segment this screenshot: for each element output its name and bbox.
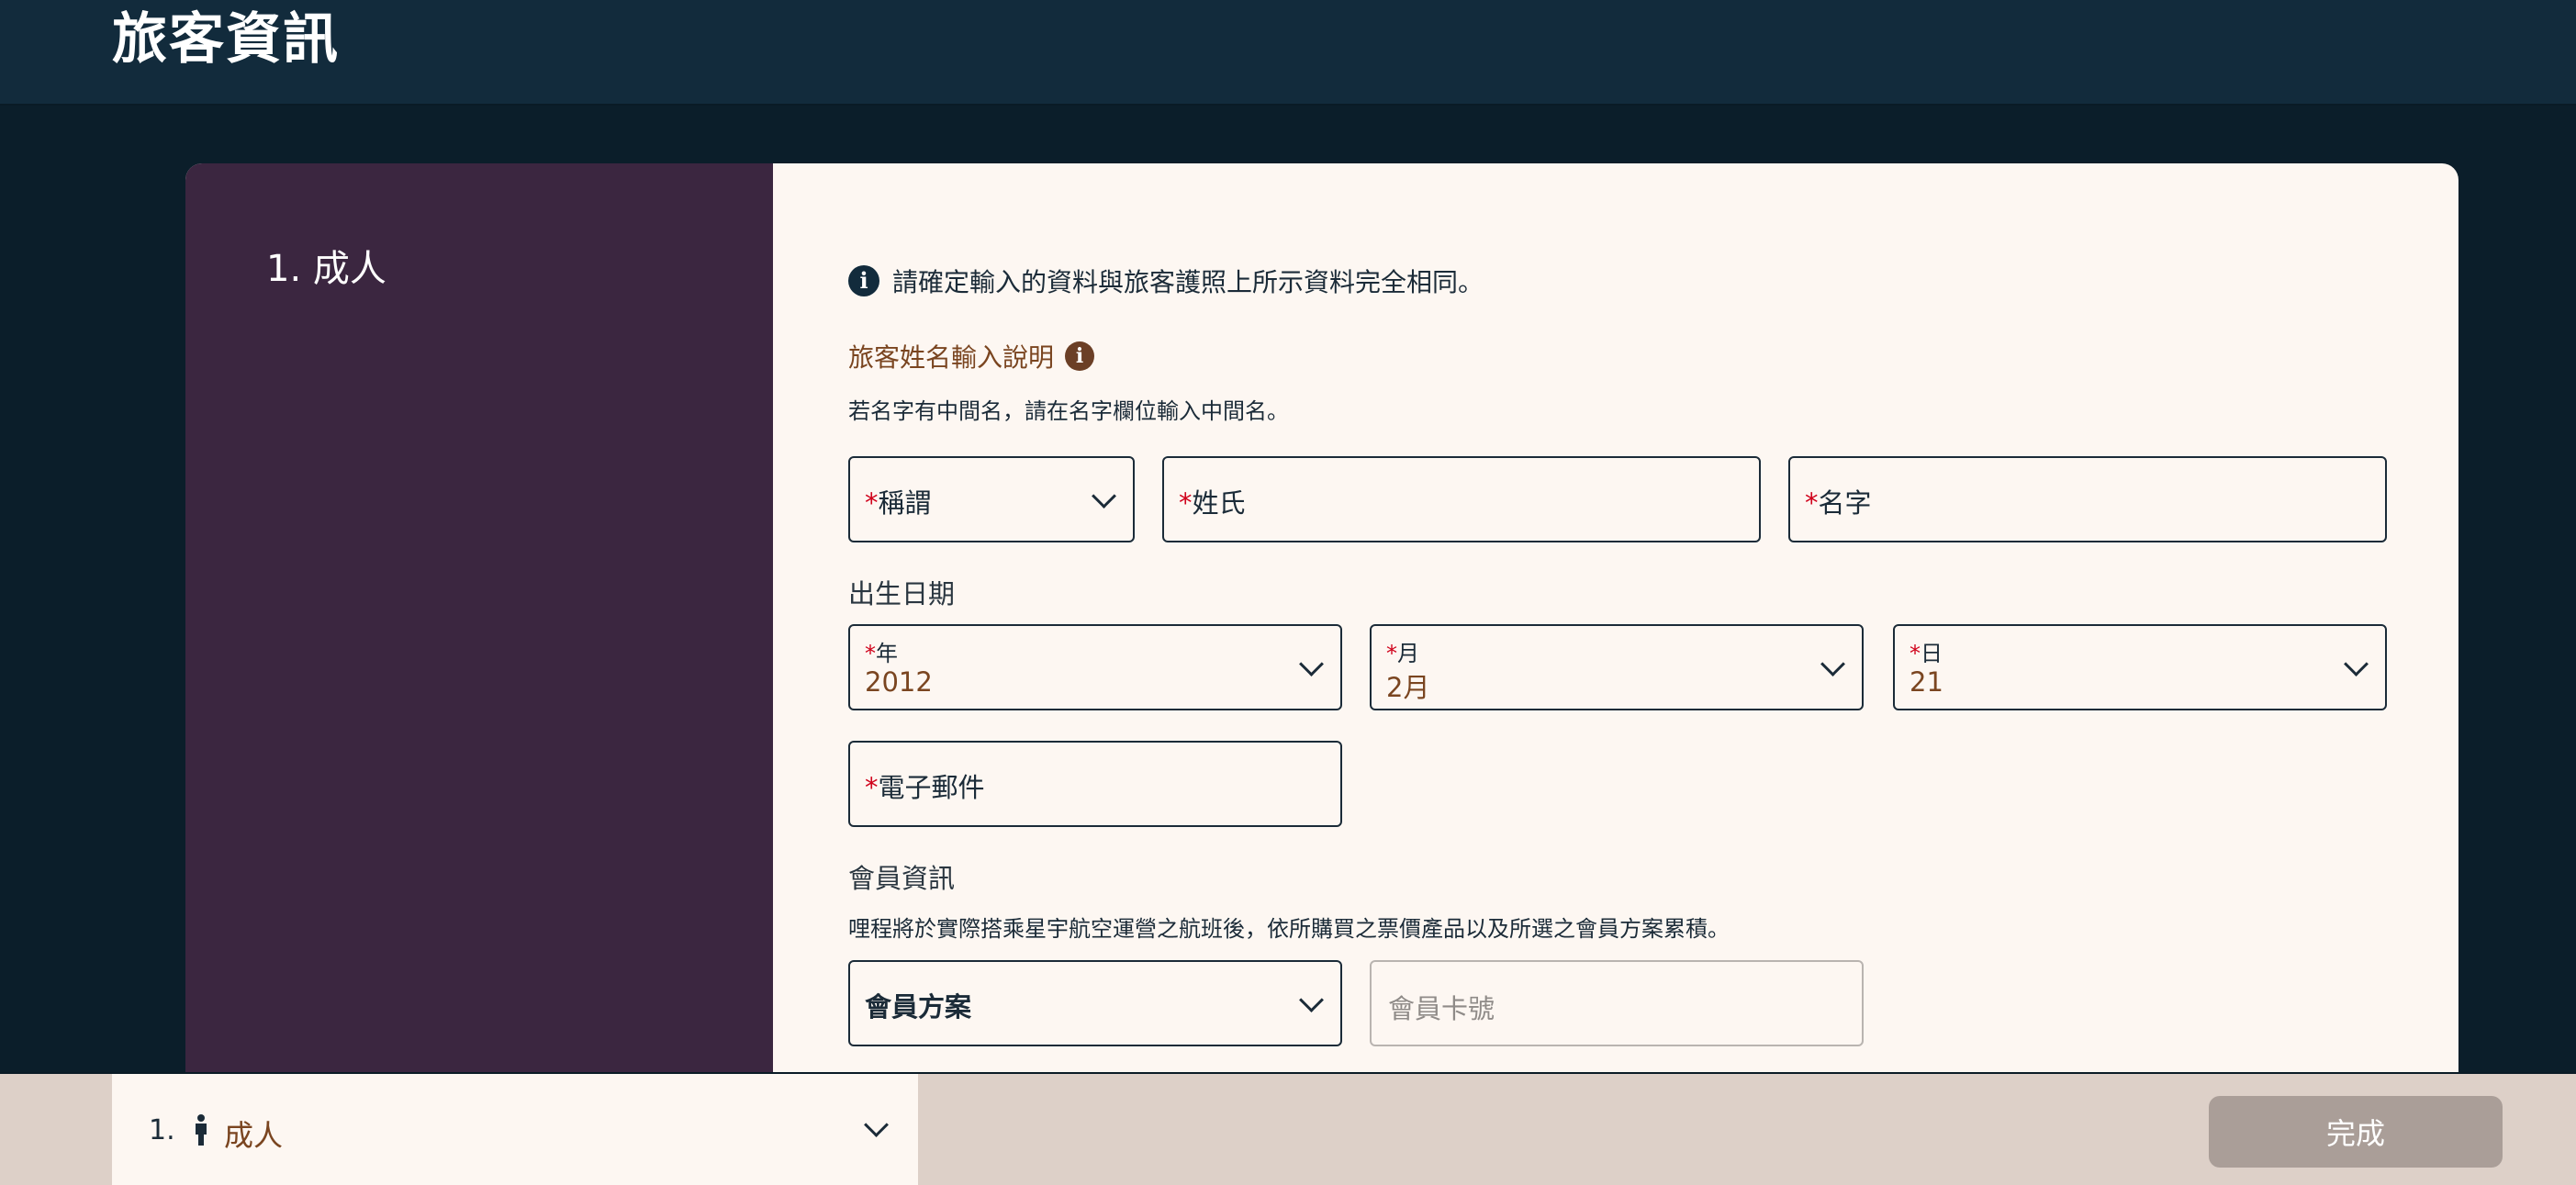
passenger-selector[interactable]: 1. 成人 (112, 1074, 918, 1185)
member-card-number-input[interactable]: 會員卡號 (1370, 960, 1864, 1046)
birth-day-label: *日 (1910, 641, 1943, 666)
member-card-number-placeholder: 會員卡號 (1388, 993, 1495, 1024)
birth-year-label: *年 (865, 641, 898, 666)
done-button[interactable]: 完成 (2209, 1096, 2503, 1168)
chevron-down-icon (864, 1112, 889, 1137)
passenger-form: i 請確定輸入的資料與旅客護照上所示資料完全相同。 旅客姓名輸入說明 i 若名字… (848, 163, 2387, 1090)
birth-month-value: 2月 (1386, 672, 1430, 703)
surname-label: *姓氏 (1179, 487, 1246, 519)
name-help-link[interactable]: 旅客姓名輸入說明 i (848, 338, 1095, 375)
name-help-label[interactable]: 旅客姓名輸入說明 (848, 338, 1054, 375)
birth-year-select[interactable]: *年 2012 (848, 624, 1342, 710)
email-label: *電子郵件 (865, 772, 985, 803)
birth-day-value: 21 (1910, 666, 1943, 698)
notice-text: 請確定輸入的資料與旅客護照上所示資料完全相同。 (892, 267, 1484, 297)
membership-program-select[interactable]: 會員方案 (848, 960, 1342, 1046)
birth-day-select[interactable]: *日 21 (1893, 624, 2387, 710)
birth-month-label: *月 (1386, 641, 1419, 666)
dob-section-label: 出生日期 (848, 578, 956, 609)
birth-year-value: 2012 (865, 666, 933, 698)
passport-notice: i 請確定輸入的資料與旅客護照上所示資料完全相同。 (848, 263, 1484, 299)
chevron-down-icon (1299, 988, 1324, 1012)
membership-hint: 哩程將於實際搭乘星宇航空運營之航班後，依所購買之票價產品以及所選之會員方案累積。 (848, 916, 1730, 942)
page-title: 旅客資訊 (112, 7, 340, 72)
given-name-field[interactable]: *名字 (1788, 456, 2387, 542)
person-icon (196, 1114, 207, 1146)
passenger-form-card: 1. 成人 i 請確定輸入的資料與旅客護照上所示資料完全相同。 旅客姓名輸入說明… (185, 163, 2458, 1090)
chevron-down-icon (1820, 652, 1845, 676)
passenger-side-panel: 1. 成人 (185, 163, 773, 1090)
title-select[interactable]: *稱謂 (848, 456, 1135, 542)
bottom-bar: 1. 成人 完成 (0, 1072, 2576, 1185)
chevron-down-icon (1092, 484, 1116, 509)
membership-section-label: 會員資訊 (848, 863, 956, 894)
passenger-number: 1. (149, 1114, 175, 1146)
membership-program-label: 會員方案 (865, 991, 972, 1023)
info-circle-icon: i (848, 265, 879, 296)
passenger-type: 成人 (224, 1118, 284, 1153)
birth-month-select[interactable]: *月 2月 (1370, 624, 1864, 710)
middle-name-hint: 若名字有中間名，請在名字欄位輸入中間名。 (848, 398, 1289, 424)
title-label: *稱謂 (865, 487, 932, 519)
passenger-heading: 1. 成人 (266, 248, 386, 290)
info-circle-icon[interactable]: i (1065, 341, 1095, 371)
chevron-down-icon (1299, 652, 1324, 676)
given-name-label: *名字 (1805, 487, 1872, 519)
email-field[interactable]: *電子郵件 (848, 741, 1342, 827)
page-header: 旅客資訊 (0, 0, 2576, 106)
surname-field[interactable]: *姓氏 (1162, 456, 1761, 542)
chevron-down-icon (2344, 652, 2369, 676)
